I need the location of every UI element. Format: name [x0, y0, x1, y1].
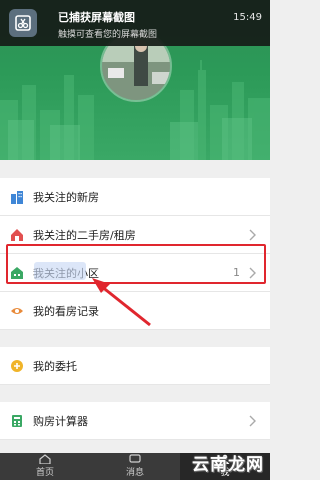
building-icon — [10, 190, 24, 204]
menu-item-calculator[interactable]: 购房计算器 — [0, 402, 270, 440]
watermark: 云南龙网 — [192, 455, 264, 475]
text-selection-highlight — [34, 262, 86, 280]
community-icon — [10, 266, 24, 280]
menu-item-label: 我关注的二手房/租房 — [33, 228, 136, 242]
menu-item-second-hand-rent[interactable]: 我关注的二手房/租房 — [0, 216, 270, 254]
menu-list: 我关注的新房 我关注的二手房/租房 我关注的小区 1 我的看房记录 我的委托 购… — [0, 178, 270, 440]
chevron-right-icon — [249, 229, 256, 241]
tab-home[interactable]: 首页 — [0, 453, 90, 480]
section-divider — [0, 330, 270, 347]
menu-item-entrust[interactable]: 我的委托 — [0, 347, 270, 385]
calculator-icon — [10, 414, 24, 428]
tab-messages[interactable]: 消息 — [90, 453, 180, 480]
tab-label: 首页 — [35, 468, 54, 478]
menu-item-new-house[interactable]: 我关注的新房 — [0, 178, 270, 216]
tab-label: 消息 — [125, 468, 144, 478]
menu-item-label: 我的看房记录 — [33, 304, 99, 318]
notification-title: 已捕获屏幕截图 — [58, 11, 135, 24]
follow-count: 1 — [233, 266, 240, 279]
entrust-icon — [10, 359, 24, 373]
menu-item-label: 购房计算器 — [33, 414, 88, 428]
menu-item-viewing-records[interactable]: 我的看房记录 — [0, 292, 270, 330]
menu-item-label: 我的委托 — [33, 359, 77, 373]
status-time: 15:49 — [233, 12, 262, 23]
chevron-right-icon — [249, 415, 256, 427]
menu-item-label: 我关注的新房 — [33, 190, 99, 204]
message-icon — [129, 454, 141, 463]
chevron-right-icon — [249, 267, 256, 279]
home-icon — [39, 454, 51, 464]
house-edit-icon — [10, 228, 24, 242]
screenshot-notification[interactable]: 已捕获屏幕截图 触摸可查看您的屏幕截图 15:49 — [0, 0, 270, 46]
screenshot-icon — [9, 9, 37, 37]
section-divider — [0, 385, 270, 402]
eye-icon — [10, 304, 24, 318]
notification-subtitle: 触摸可查看您的屏幕截图 — [58, 30, 158, 40]
